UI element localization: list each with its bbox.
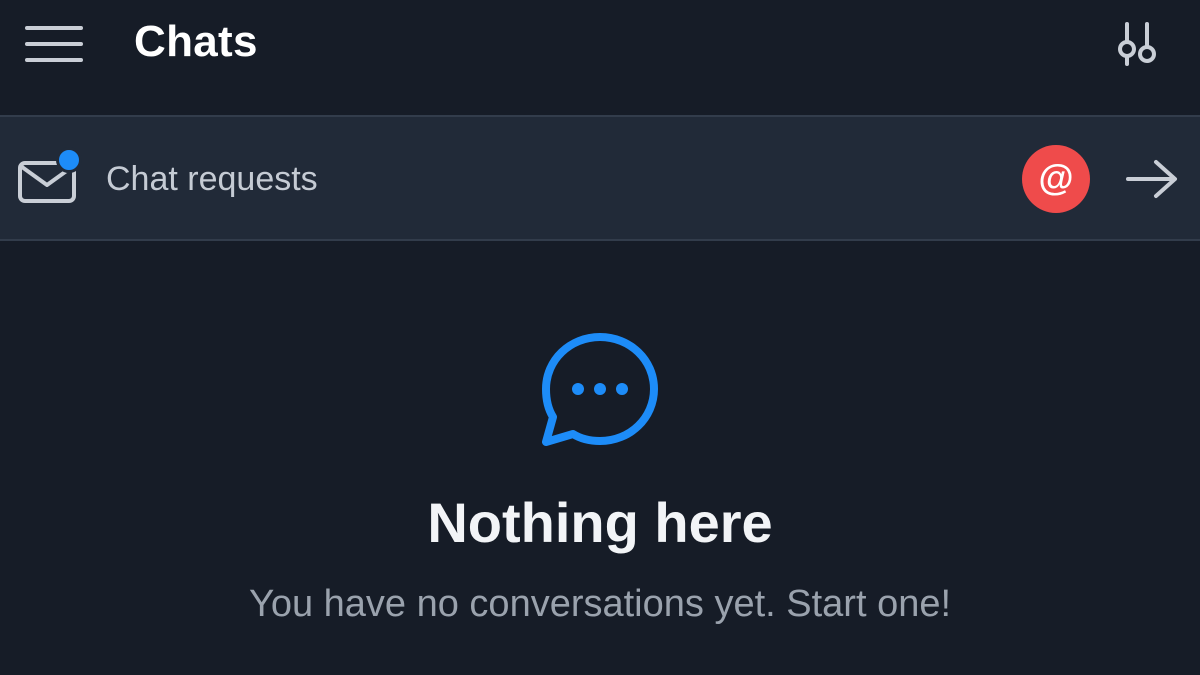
- mail-icon-container: [16, 143, 86, 213]
- chats-screen: Chats Chat requests @ Nothing here You h…: [0, 0, 1200, 675]
- empty-state: Nothing here You have no conversations y…: [0, 241, 1200, 675]
- mention-badge: @: [1022, 145, 1090, 213]
- sliders-filter-icon: [1118, 22, 1156, 66]
- empty-state-subtitle: You have no conversations yet. Start one…: [248, 583, 952, 625]
- hamburger-menu-icon: [25, 26, 83, 62]
- mention-symbol: @: [1038, 157, 1074, 198]
- chat-bubble-icon: [542, 333, 658, 446]
- chat-requests-label: Chat requests: [106, 160, 318, 198]
- chat-requests-row[interactable]: Chat requests @: [0, 115, 1200, 241]
- filter-button[interactable]: [1104, 14, 1170, 74]
- menu-button[interactable]: [18, 14, 90, 74]
- arrow-right-icon[interactable]: [1124, 157, 1180, 201]
- unread-dot: [56, 147, 82, 173]
- header-bar: Chats: [0, 0, 1200, 115]
- empty-state-title: Nothing here: [427, 491, 773, 554]
- page-title: Chats: [134, 17, 258, 66]
